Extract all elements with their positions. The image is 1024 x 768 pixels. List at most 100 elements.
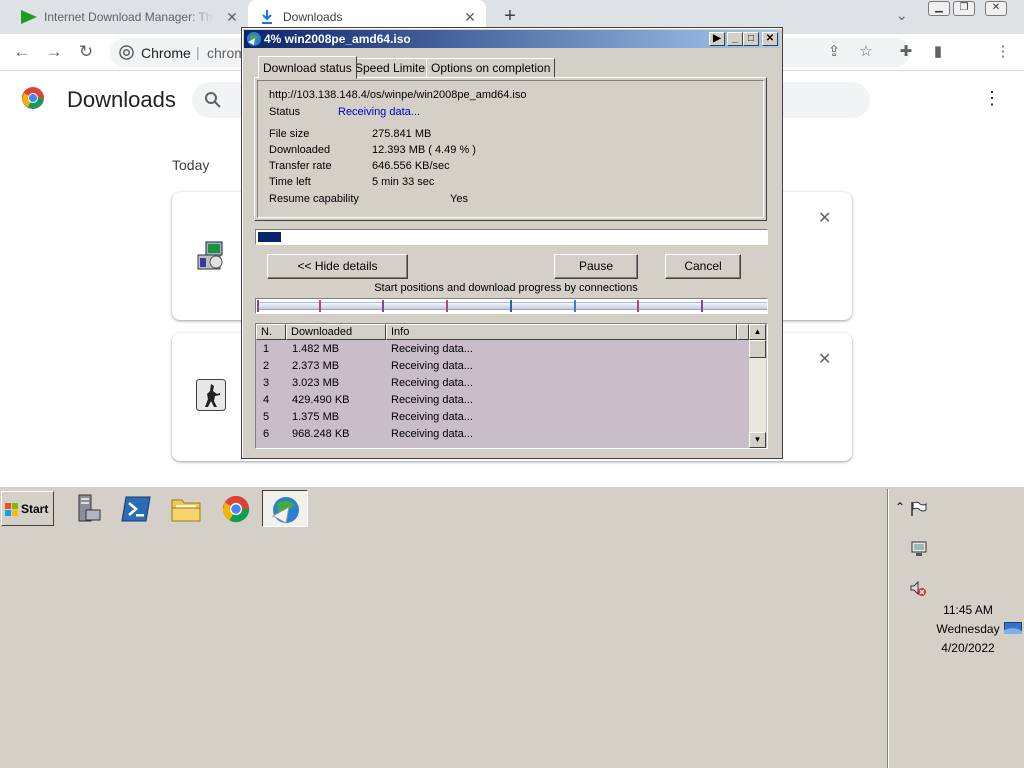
- table-row[interactable]: 5 1.375 MB Receiving data...: [256, 409, 748, 426]
- downloaded-value: 12.393 MB ( 4.49 % ): [372, 144, 476, 156]
- site-name: Chrome: [141, 45, 191, 61]
- taskbar-chrome[interactable]: [213, 490, 259, 527]
- idm-globe-icon: [247, 32, 261, 46]
- conn-info: Receiving data...: [391, 411, 473, 423]
- connection-segment: [448, 302, 510, 310]
- new-tab-button[interactable]: +: [500, 6, 520, 26]
- tab-download-status[interactable]: Download status: [258, 56, 357, 79]
- column-header-downloaded[interactable]: Downloaded: [286, 324, 386, 340]
- restore-button[interactable]: ❐: [953, 1, 975, 16]
- chrome-logo-icon: [22, 87, 44, 109]
- conn-downloaded: 3.023 MB: [292, 377, 340, 389]
- volume-muted-icon[interactable]: [910, 581, 928, 597]
- page-title: Downloads: [67, 87, 176, 112]
- tab-idm[interactable]: Internet Download Manager: The fastest d…: [8, 0, 248, 34]
- scroll-down-icon[interactable]: ▼: [749, 432, 766, 448]
- forward-button[interactable]: →: [44, 42, 64, 62]
- table-row[interactable]: 4 429.490 KB Receiving data...: [256, 392, 748, 409]
- share-icon[interactable]: ⇪: [825, 43, 843, 61]
- download-url: http://103.138.148.4/os/winpe/win2008pe_…: [269, 89, 527, 101]
- time-left-label: Time left: [269, 176, 311, 188]
- column-header-info[interactable]: Info: [386, 324, 737, 340]
- conn-info: Receiving data...: [391, 377, 473, 389]
- table-row[interactable]: 2 2.373 MB Receiving data...: [256, 358, 748, 375]
- connection-segment: [259, 302, 319, 310]
- table-row[interactable]: 1 1.482 MB Receiving data...: [256, 341, 748, 358]
- taskbar-server-manager[interactable]: [63, 490, 109, 527]
- close-window-button[interactable]: ✕: [985, 1, 1007, 16]
- action-center-flag-icon[interactable]: [910, 501, 928, 517]
- conn-number: 6: [263, 428, 270, 440]
- conn-downloaded: 1.375 MB: [292, 411, 340, 423]
- reload-button[interactable]: ↻: [76, 42, 96, 62]
- show-hidden-icons-icon[interactable]: ⌃: [895, 500, 905, 514]
- close-icon[interactable]: ✕: [462, 9, 478, 25]
- pause-button[interactable]: Pause: [554, 254, 638, 279]
- remove-download-icon[interactable]: ✕: [818, 208, 831, 228]
- search-icon: [205, 92, 221, 108]
- progress-fill: [258, 232, 281, 242]
- scroll-up-icon[interactable]: ▲: [749, 324, 766, 340]
- taskbar: Start ⌃ 11:45 AM Wednesday 4/20/2022: [0, 485, 1024, 768]
- conn-info: Receiving data...: [391, 394, 473, 406]
- connections-label: Start positions and download progress by…: [374, 282, 638, 294]
- powershell-icon: [121, 496, 151, 522]
- start-button[interactable]: Start: [1, 491, 54, 526]
- conn-info: Receiving data...: [391, 428, 473, 440]
- connection-segment: [576, 302, 637, 310]
- taskbar-powershell[interactable]: [113, 490, 159, 527]
- status-panel: http://103.138.148.4/os/winpe/win2008pe_…: [254, 77, 767, 221]
- taskbar-idm[interactable]: [262, 490, 308, 527]
- list-scrollbar[interactable]: ▲ ▼: [749, 324, 766, 448]
- tab-speed-limiter[interactable]: Speed Limiter: [350, 58, 435, 78]
- back-button[interactable]: ←: [12, 42, 32, 62]
- connection-start-marker: [446, 300, 448, 312]
- time-left-value: 5 min 33 sec: [372, 176, 435, 188]
- connection-start-marker: [701, 300, 703, 312]
- cancel-button[interactable]: Cancel: [665, 254, 741, 279]
- status-label: Status: [269, 106, 301, 118]
- chrome-menu-icon[interactable]: ⋮: [994, 43, 1012, 61]
- transfer-rate-value: 646.556 KB/sec: [372, 160, 450, 172]
- connection-start-marker: [382, 300, 384, 312]
- column-header-n[interactable]: N.: [256, 324, 286, 340]
- bookmark-star-icon[interactable]: ☆: [857, 43, 875, 61]
- hide-details-button[interactable]: << Hide details: [267, 254, 408, 279]
- connections-list[interactable]: N. Downloaded Info 1 1.482 MB Receiving da…: [255, 323, 768, 449]
- taskbar-explorer[interactable]: [163, 490, 209, 527]
- downloaded-label: Downloaded: [269, 144, 331, 156]
- table-row[interactable]: 3 3.023 MB Receiving data...: [256, 375, 748, 392]
- dialog-title: 4% win2008pe_amd64.iso: [264, 32, 411, 46]
- minimize-button[interactable]: _: [727, 32, 743, 46]
- chevron-down-icon[interactable]: ⌄: [896, 7, 908, 24]
- resume-label: Resume capability: [269, 193, 359, 205]
- connection-segment: [639, 302, 701, 310]
- start-label: Start: [21, 502, 49, 516]
- maximize-button[interactable]: □: [743, 32, 759, 46]
- play-icon[interactable]: ▶: [709, 32, 725, 46]
- dialog-titlebar[interactable]: 4% win2008pe_amd64.iso ▶ _ □ ✕: [244, 30, 780, 48]
- conn-downloaded: 429.490 KB: [292, 394, 350, 406]
- desktop-icon[interactable]: [1004, 622, 1022, 634]
- scroll-thumb[interactable]: [749, 340, 766, 358]
- status-value: Receiving data...: [338, 106, 420, 118]
- connection-start-marker: [637, 300, 639, 312]
- close-button[interactable]: ✕: [762, 32, 778, 46]
- folder-icon: [171, 499, 201, 522]
- table-row[interactable]: 6 968.248 KB Receiving data...: [256, 426, 748, 443]
- close-icon[interactable]: ✕: [224, 9, 240, 25]
- side-panel-icon[interactable]: ▮: [929, 43, 947, 61]
- game-exe-icon: [196, 379, 226, 411]
- connection-segment: [703, 302, 767, 310]
- more-actions-icon[interactable]: ⋮: [983, 88, 1001, 108]
- extensions-icon[interactable]: ✚: [897, 43, 915, 61]
- conn-downloaded: 968.248 KB: [292, 428, 350, 440]
- file-size-value: 275.841 MB: [372, 128, 432, 140]
- remove-download-icon[interactable]: ✕: [818, 349, 831, 369]
- tab-options-on-completion[interactable]: Options on completion: [426, 58, 556, 78]
- minimize-button[interactable]: ▁: [928, 1, 950, 16]
- conn-info: Receiving data...: [391, 343, 473, 355]
- network-icon[interactable]: [910, 541, 928, 557]
- chrome-site-icon: [119, 45, 134, 60]
- tab-title: Downloads: [283, 10, 343, 24]
